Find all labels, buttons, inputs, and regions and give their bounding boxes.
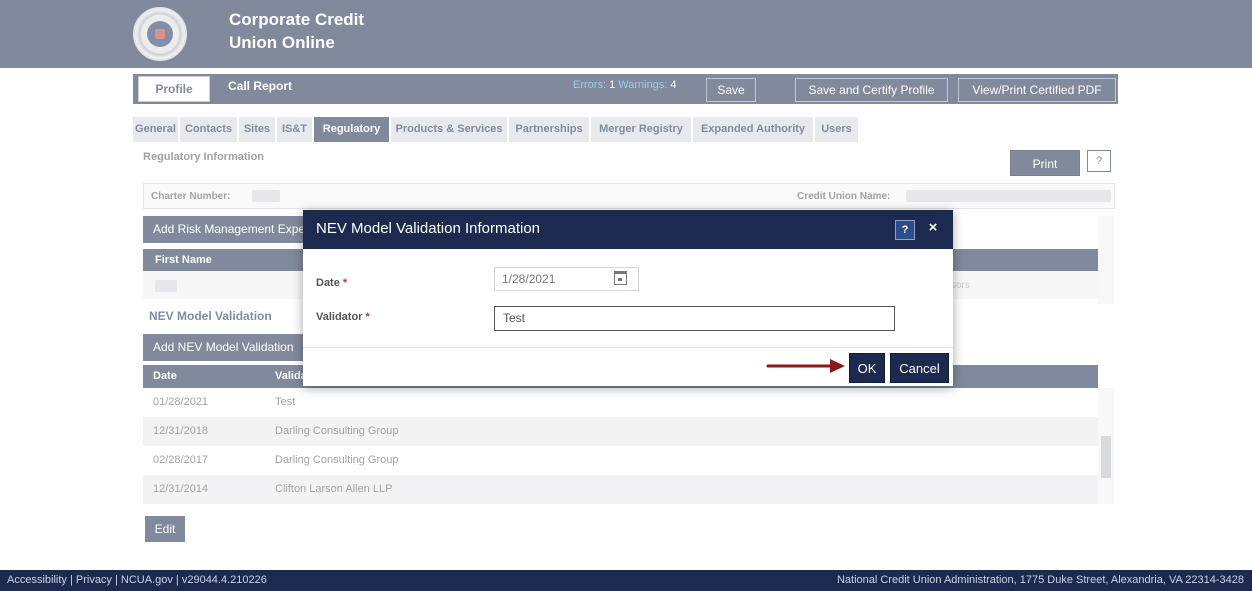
red-arrow-annotation-icon: [766, 359, 845, 373]
cancel-button[interactable]: Cancel: [890, 353, 949, 383]
nev-model-validation-dialog: NEV Model Validation Information ? × Dat…: [303, 210, 953, 386]
validator-field-label: Validator *: [316, 311, 370, 323]
date-label-text: Date: [316, 277, 340, 289]
required-asterisk: *: [365, 311, 370, 323]
validator-field[interactable]: Test: [494, 306, 895, 331]
dialog-title: NEV Model Validation Information: [316, 220, 541, 237]
ok-button[interactable]: OK: [849, 353, 885, 383]
required-asterisk: *: [342, 277, 348, 289]
date-field-label: Date *: [316, 277, 347, 289]
dialog-divider: [303, 347, 953, 348]
validator-label-text: Validator: [316, 311, 363, 323]
dialog-help-button[interactable]: ?: [895, 220, 915, 240]
calendar-icon[interactable]: [614, 271, 627, 285]
footer-links[interactable]: Accessibility | Privacy | NCUA.gov | v29…: [7, 570, 267, 591]
footer-address: National Credit Union Administration, 17…: [836, 574, 1244, 586]
dialog-header: NEV Model Validation Information ? ×: [303, 210, 953, 249]
page-footer: Accessibility | Privacy | NCUA.gov | v29…: [0, 570, 1252, 591]
close-icon[interactable]: ×: [925, 219, 941, 239]
